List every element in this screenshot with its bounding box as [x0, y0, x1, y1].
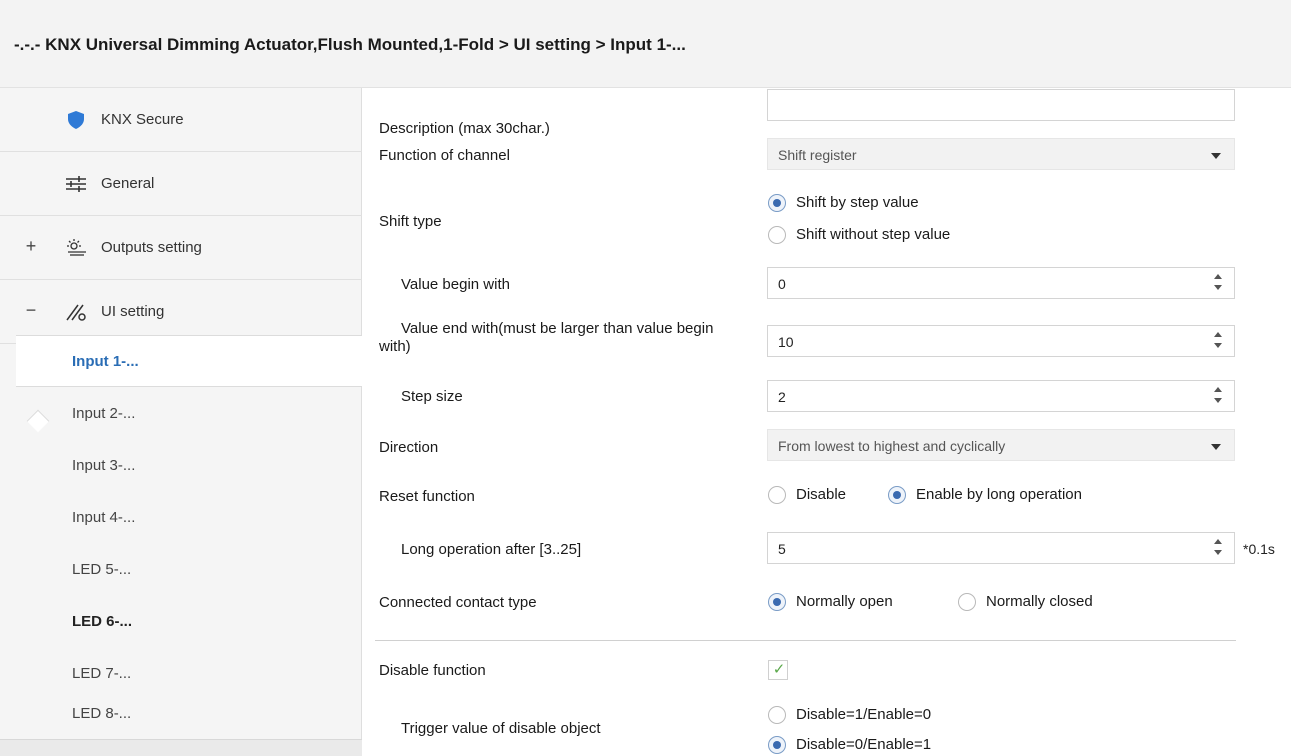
radio-label: Disable=1/Enable=0 — [796, 706, 932, 723]
step-size-input[interactable]: 2 — [767, 380, 1235, 412]
radio-label: Normally closed — [986, 593, 1093, 610]
sidebar-item-label: KNX Secure — [101, 111, 184, 128]
value-begin-label: Value begin with — [401, 276, 510, 293]
function-select[interactable]: Shift register — [767, 138, 1235, 170]
sidebar-subitem-label: Input 1-... — [72, 353, 139, 370]
long-operation-input[interactable]: 5 — [767, 532, 1235, 564]
sidebar-subitem-input-1[interactable]: Input 1-... — [16, 335, 362, 387]
shift-type-label: Shift type — [379, 213, 442, 230]
stepper-icon[interactable] — [1214, 274, 1224, 292]
sidebar-subitem-label: Input 2-... — [72, 405, 136, 422]
sliders-icon — [64, 174, 88, 194]
sidebar-item-label: General — [101, 175, 155, 192]
function-value: Shift register — [778, 147, 857, 163]
shield-icon — [64, 110, 88, 130]
title-bar: -.-.- KNX Universal Dimming Actuator,Flu… — [0, 0, 1291, 88]
description-label: Description (max 30char.) — [379, 120, 550, 137]
lamp-icon — [64, 238, 88, 258]
trigger-value-label: Trigger value of disable object — [401, 720, 601, 737]
chevron-down-icon — [1211, 153, 1221, 159]
sidebar-subitem-label: Input 3-... — [72, 457, 136, 474]
radio-dot — [768, 736, 786, 754]
direction-value: From lowest to highest and cyclically — [778, 438, 1006, 454]
checkmark-icon: ✓ — [772, 661, 786, 678]
radio-dot — [768, 226, 786, 244]
sidebar-item-outputs-setting[interactable]: + Outputs setting — [0, 216, 362, 280]
contact-type-label: Connected contact type — [379, 594, 537, 611]
disable-function-label: Disable function — [379, 662, 486, 679]
radio-dot — [768, 593, 786, 611]
disable-function-checkbox[interactable]: ✓ — [768, 660, 788, 680]
radio-dot — [768, 486, 786, 504]
radio-dot — [888, 486, 906, 504]
sidebar-subitem-label: Input 4-... — [72, 509, 136, 526]
sidebar-subitem-input-3[interactable]: Input 3-... — [16, 440, 362, 492]
sidebar-subitem-input-4[interactable]: Input 4-... — [16, 492, 362, 544]
value-begin-input[interactable]: 0 — [767, 267, 1235, 299]
radio-dot — [958, 593, 976, 611]
sidebar-item-general[interactable]: General — [0, 152, 362, 216]
reset-function-label: Reset function — [379, 488, 475, 505]
stepper-icon[interactable] — [1214, 539, 1224, 557]
breadcrumb-title: -.-.- KNX Universal Dimming Actuator,Flu… — [14, 35, 686, 54]
long-operation-label: Long operation after [3..25] — [401, 541, 582, 558]
sidebar-subitem-led-6[interactable]: LED 6-... — [16, 596, 362, 648]
collapse-icon[interactable]: − — [24, 300, 38, 321]
function-label: Function of channel — [379, 147, 510, 164]
radio-label: Shift by step value — [796, 194, 919, 211]
sidebar-subitem-led-5[interactable]: LED 5-... — [16, 544, 362, 596]
sidebar-next-item-edge — [0, 739, 362, 756]
value-end-label: Value end with(must be larger than value… — [379, 320, 714, 355]
value-begin-value: 0 — [778, 276, 786, 292]
radio-label: Normally open — [796, 593, 893, 610]
radio-label: Disable=0/Enable=1 — [796, 736, 932, 753]
expand-icon[interactable]: + — [24, 236, 38, 257]
radio-label: Shift without step value — [796, 226, 951, 243]
stepper-icon[interactable] — [1214, 332, 1224, 350]
radio-label: Enable by long operation — [916, 486, 1082, 503]
sidebar-item-knx-secure[interactable]: KNX Secure — [0, 88, 362, 152]
direction-select[interactable]: From lowest to highest and cyclically — [767, 429, 1235, 461]
stepper-icon[interactable] — [1214, 387, 1224, 405]
direction-label: Direction — [379, 439, 439, 456]
long-operation-unit: *0.1s — [1243, 541, 1275, 557]
sidebar-subitem-label: LED 8-... — [72, 705, 132, 722]
long-operation-value: 5 — [778, 541, 786, 557]
sidebar: KNX Secure General + Outputs setting − U… — [0, 88, 362, 756]
description-input[interactable] — [767, 89, 1235, 121]
value-end-input[interactable]: 10 — [767, 325, 1235, 357]
radio-dot — [768, 706, 786, 724]
sidebar-subitem-input-2[interactable]: Input 2-... — [16, 388, 362, 440]
step-size-value: 2 — [778, 389, 786, 405]
sidebar-subitem-label: LED 5-... — [72, 561, 132, 578]
sidebar-subitem-label: LED 6-... — [72, 613, 133, 630]
sidebar-subitem-led-8[interactable]: LED 8-... — [16, 688, 362, 740]
section-divider — [375, 640, 1236, 641]
radio-dot — [768, 194, 786, 212]
sidebar-item-label: Outputs setting — [101, 239, 202, 256]
sidebar-subitem-label: LED 7-... — [72, 665, 132, 682]
step-size-label: Step size — [401, 388, 463, 405]
sidebar-item-label: UI setting — [101, 303, 165, 320]
radio-label: Disable — [796, 486, 847, 503]
chevron-down-icon — [1211, 444, 1221, 450]
ui-settings-icon — [64, 302, 88, 322]
value-end-value: 10 — [778, 334, 794, 350]
